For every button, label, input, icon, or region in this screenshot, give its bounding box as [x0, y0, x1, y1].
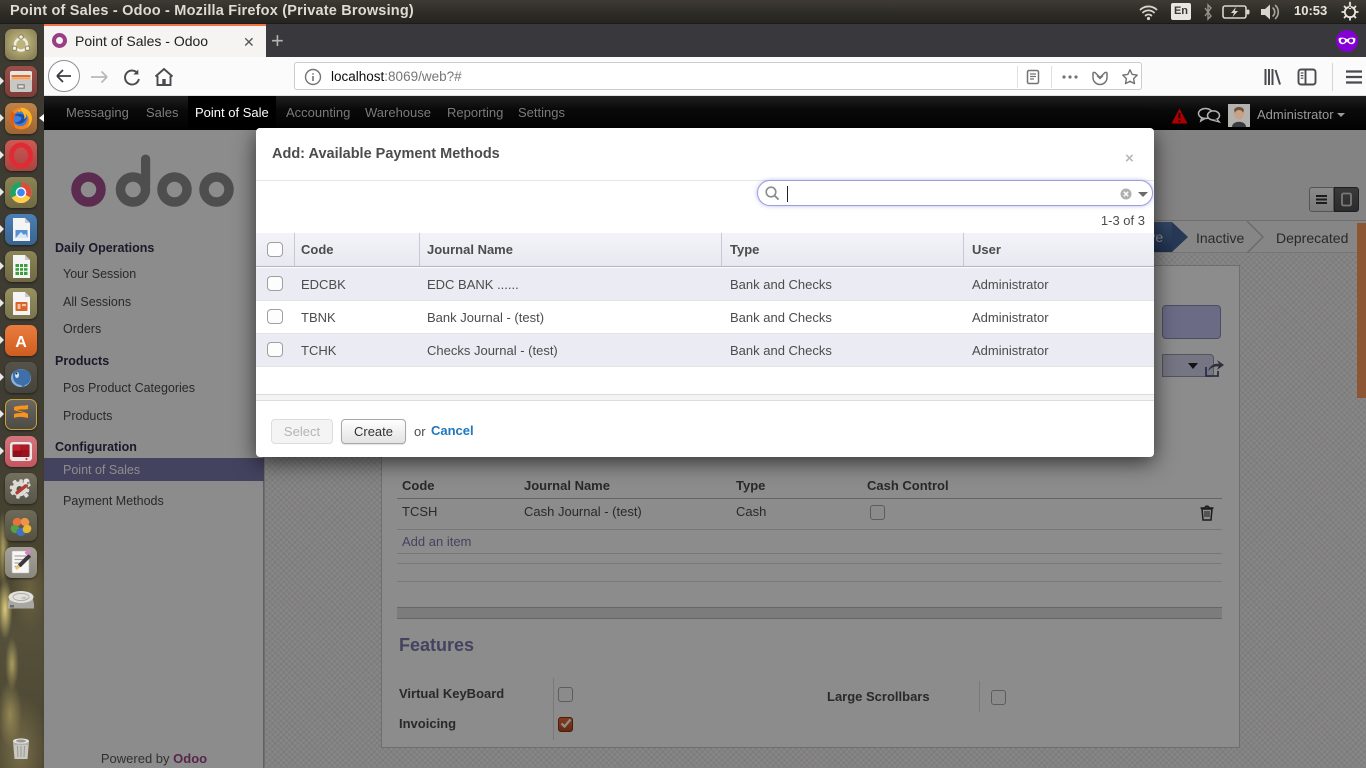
- svg-text:A: A: [15, 334, 27, 351]
